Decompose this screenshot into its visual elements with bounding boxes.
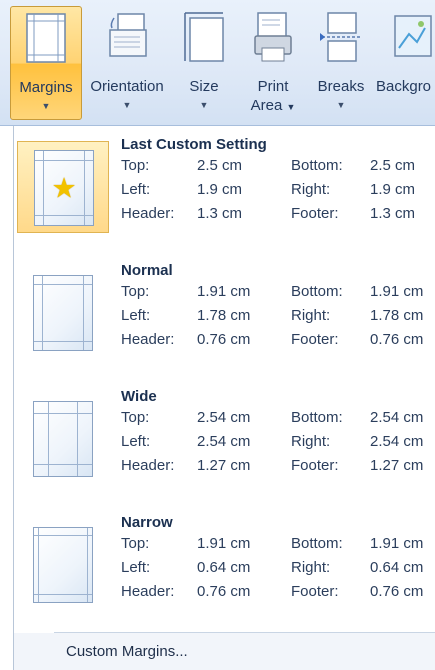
print-area-label-line2: Area ▼ xyxy=(240,98,306,115)
value-right: 2.54 cm xyxy=(370,433,424,450)
label-bottom: Bottom: xyxy=(291,535,343,552)
margin-option-last-custom[interactable]: ★ Last Custom Setting Top: 2.5 cm Bottom… xyxy=(14,126,435,238)
value-bottom: 2.5 cm xyxy=(370,157,416,174)
margins-icon xyxy=(23,11,69,69)
label-top: Top: xyxy=(121,283,150,300)
page-layout-ribbon: Margins ▼ Orientation ▼ Size ▼ Print Are… xyxy=(0,0,435,126)
print-area-icon xyxy=(250,10,296,68)
value-bottom: 1.91 cm xyxy=(370,283,424,300)
option-name: Wide xyxy=(121,388,157,405)
chevron-down-icon: ▼ xyxy=(336,100,346,110)
value-top: 2.5 cm xyxy=(197,157,243,174)
breaks-icon xyxy=(318,10,364,68)
value-top: 2.54 cm xyxy=(197,409,251,426)
value-footer: 0.76 cm xyxy=(370,331,424,348)
value-header: 1.3 cm xyxy=(197,205,243,222)
size-button[interactable]: Size ▼ xyxy=(175,6,233,118)
value-top: 1.91 cm xyxy=(197,283,251,300)
margins-button[interactable]: Margins ▼ xyxy=(10,6,82,120)
page-thumbnail xyxy=(33,527,93,603)
orientation-label: Orientation xyxy=(90,78,164,95)
page-thumbnail: ★ xyxy=(34,150,94,226)
breaks-label: Breaks xyxy=(317,78,365,95)
label-left: Left: xyxy=(121,307,151,324)
margins-dropdown: ★ Last Custom Setting Top: 2.5 cm Bottom… xyxy=(13,126,435,670)
chevron-down-icon: ▼ xyxy=(286,102,296,112)
print-area-label: Area xyxy=(250,97,283,114)
label-bottom: Bottom: xyxy=(291,283,343,300)
value-right: 1.78 cm xyxy=(370,307,424,324)
label-bottom: Bottom: xyxy=(291,157,343,174)
print-area-label-line1: Print xyxy=(257,78,289,95)
page-thumbnail xyxy=(33,275,93,351)
value-top: 1.91 cm xyxy=(197,535,251,552)
label-header: Header: xyxy=(121,583,175,600)
chevron-down-icon: ▼ xyxy=(122,100,132,110)
label-right: Right: xyxy=(291,181,331,198)
label-right: Right: xyxy=(291,307,331,324)
label-top: Top: xyxy=(121,157,150,174)
star-icon: ★ xyxy=(51,172,77,204)
orientation-button[interactable]: Orientation ▼ xyxy=(82,6,172,118)
size-label: Size xyxy=(189,78,219,95)
margin-option-normal[interactable]: Normal Top: 1.91 cm Bottom: 1.91 cm Left… xyxy=(14,252,435,364)
page-size-icon xyxy=(181,10,227,68)
background-button[interactable]: Backgro xyxy=(372,6,435,118)
page-thumbnail xyxy=(33,401,93,477)
label-footer: Footer: xyxy=(291,331,339,348)
label-left: Left: xyxy=(121,559,151,576)
print-area-button[interactable]: Print Area ▼ xyxy=(240,6,306,118)
value-left: 2.54 cm xyxy=(197,433,251,450)
chevron-down-icon: ▼ xyxy=(41,101,51,111)
value-header: 0.76 cm xyxy=(197,583,251,600)
label-header: Header: xyxy=(121,205,175,222)
option-name: Last Custom Setting xyxy=(121,136,267,153)
label-left: Left: xyxy=(121,433,151,450)
label-footer: Footer: xyxy=(291,205,339,222)
value-left: 1.78 cm xyxy=(197,307,251,324)
background-icon xyxy=(389,10,435,68)
margin-option-wide[interactable]: Wide Top: 2.54 cm Bottom: 2.54 cm Left: … xyxy=(14,378,435,490)
label-right: Right: xyxy=(291,559,331,576)
breaks-button[interactable]: Breaks ▼ xyxy=(312,6,370,118)
value-footer: 1.27 cm xyxy=(370,457,424,474)
background-label: Backgro xyxy=(376,78,432,95)
label-header: Header: xyxy=(121,331,175,348)
label-bottom: Bottom: xyxy=(291,409,343,426)
value-footer: 1.3 cm xyxy=(370,205,416,222)
value-bottom: 2.54 cm xyxy=(370,409,424,426)
orientation-icon xyxy=(102,10,152,68)
margin-option-narrow[interactable]: Narrow Top: 1.91 cm Bottom: 1.91 cm Left… xyxy=(14,504,435,616)
value-left: 0.64 cm xyxy=(197,559,251,576)
label-left: Left: xyxy=(121,181,151,198)
chevron-down-icon: ▼ xyxy=(199,100,209,110)
label-top: Top: xyxy=(121,409,150,426)
margins-label: Margins xyxy=(19,79,73,96)
value-right: 1.9 cm xyxy=(370,181,416,198)
label-header: Header: xyxy=(121,457,175,474)
custom-margins-item[interactable]: Custom Margins... xyxy=(14,633,435,670)
value-header: 1.27 cm xyxy=(197,457,251,474)
custom-margins-label: Custom Margins... xyxy=(66,643,188,660)
value-footer: 0.76 cm xyxy=(370,583,424,600)
value-header: 0.76 cm xyxy=(197,331,251,348)
option-name: Narrow xyxy=(121,514,173,531)
label-footer: Footer: xyxy=(291,457,339,474)
label-right: Right: xyxy=(291,433,331,450)
option-highlight: ★ xyxy=(17,141,109,233)
value-bottom: 1.91 cm xyxy=(370,535,424,552)
option-name: Normal xyxy=(121,262,173,279)
label-footer: Footer: xyxy=(291,583,339,600)
value-left: 1.9 cm xyxy=(197,181,243,198)
label-top: Top: xyxy=(121,535,150,552)
value-right: 0.64 cm xyxy=(370,559,424,576)
